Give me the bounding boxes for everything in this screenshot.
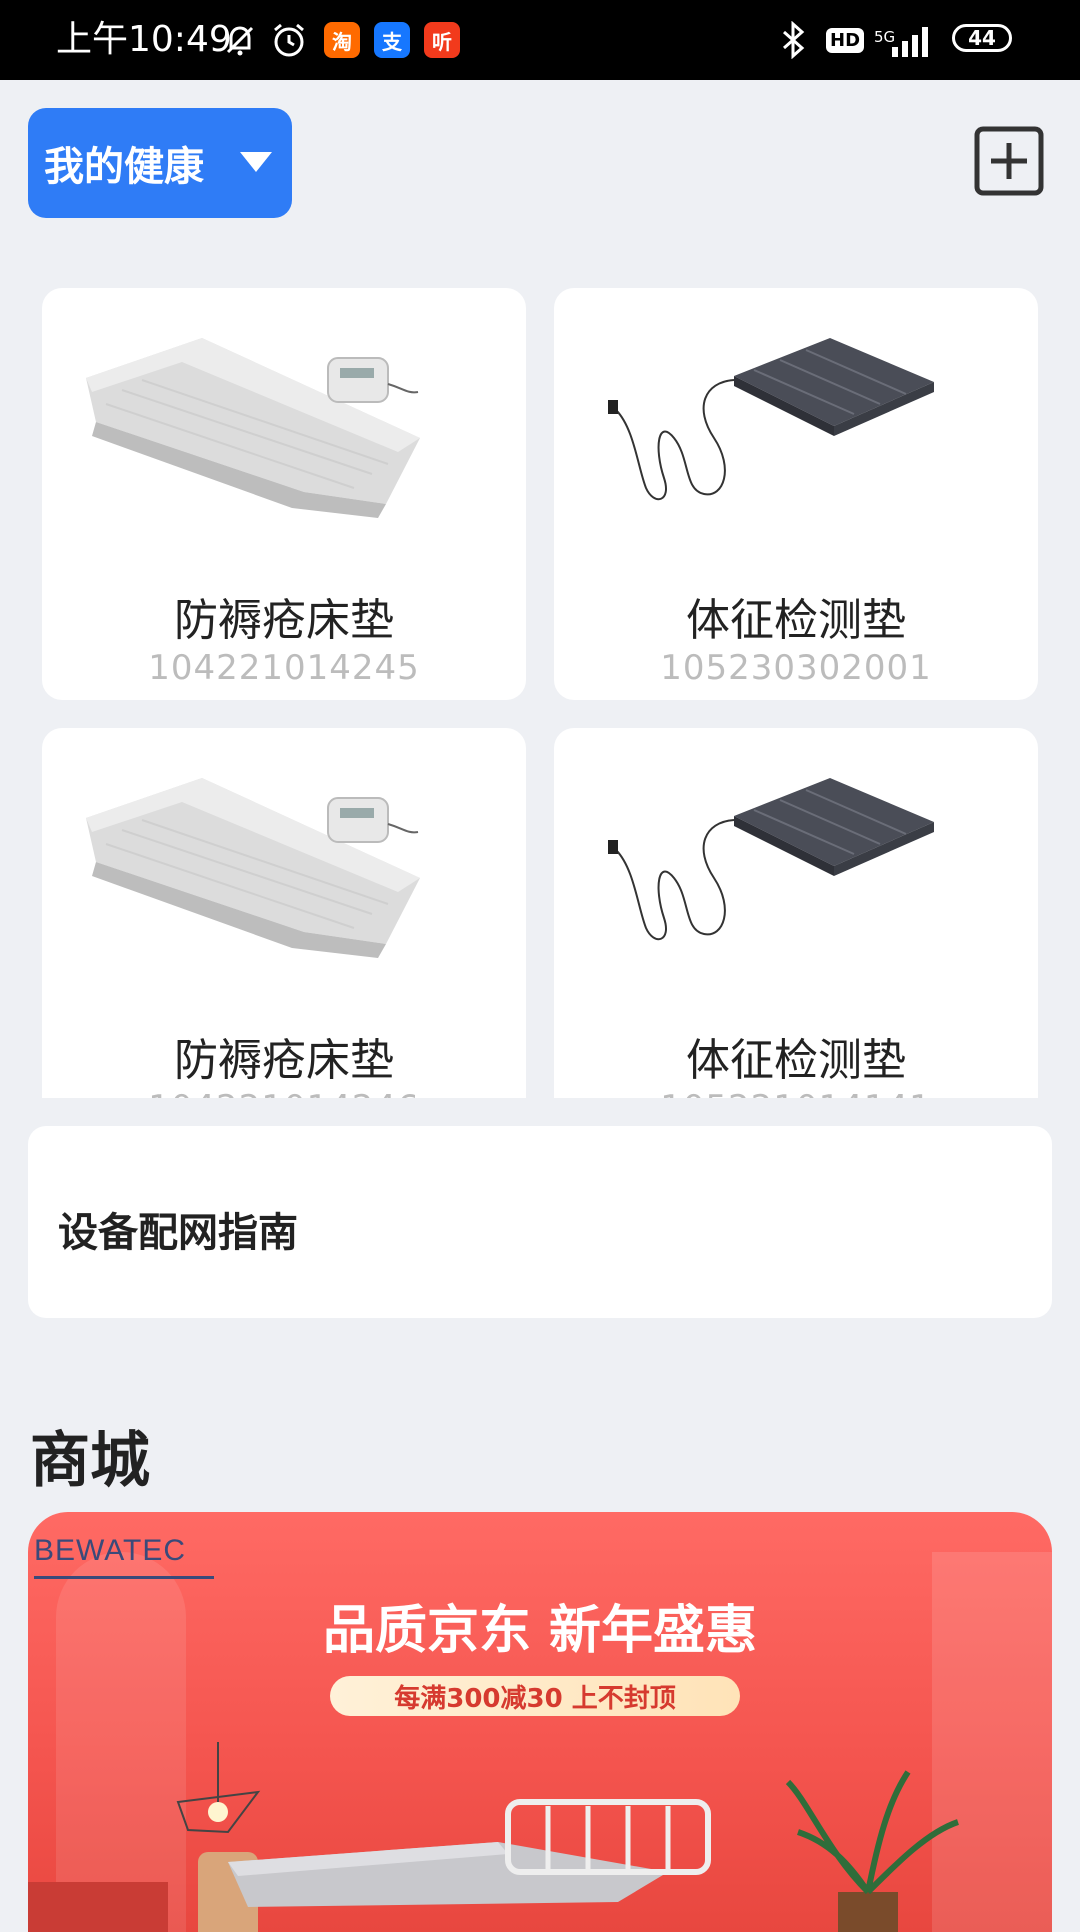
device-serial: 104221014246 [42,1088,526,1098]
sensor-pad-image [608,338,934,501]
banner-promo-pill: 每满300减30 上不封顶 [330,1676,740,1716]
status-bar: 上午10:49 淘 支 听 HD 5G 44 [0,0,1080,80]
device-serial: 105221014141 [554,1088,1038,1098]
banner-headline: 品质京东 新年盛惠 [322,1601,758,1661]
device-grid: 防褥疮床垫 104221014245 体征检测垫 105230302001 防褥… [0,270,1080,1098]
brand-logo: BEWATEC [34,1534,187,1567]
home-selector-label: 我的健康 [44,144,204,190]
battery-indicator: 44 [952,24,1012,52]
device-card[interactable]: 体征检测垫 105221014141 [554,728,1038,1098]
plus-square-icon [974,126,1044,196]
mall-section-title: 商城 [30,1426,150,1496]
air-mattress-image [86,778,420,958]
device-card[interactable]: 体征检测垫 105230302001 [554,288,1038,700]
caret-down-icon [240,152,272,172]
device-name: 防褥疮床垫 [174,1035,394,1086]
sensor-pad-image [608,778,934,941]
add-device-button[interactable] [974,126,1044,196]
alipay-app-icon: 支 [374,20,410,60]
listen-app-icon: 听 [424,20,460,60]
home-selector-button[interactable]: 我的健康 [28,108,292,218]
bluetooth-icon [776,20,810,60]
network-guide-card[interactable]: 设备配网指南 [28,1126,1052,1318]
device-card[interactable]: 防褥疮床垫 104221014245 [42,288,526,700]
status-time: 上午10:49 [56,19,232,60]
hospital-bed-illustration [28,1742,960,1932]
device-name: 体征检测垫 [686,595,906,646]
taobao-app-icon: 淘 [324,20,360,60]
alarm-icon [270,20,308,60]
device-serial: 104221014245 [148,648,420,688]
mute-bell-icon [222,20,258,60]
network-type: 5G [874,28,896,46]
device-card[interactable]: 防褥疮床垫 104221014246 [42,728,526,1098]
mall-promo-banner[interactable]: BEWATEC 品质京东 新年盛惠 每满300减30 上不封顶 [28,1512,1052,1932]
brand-logo-underline [34,1576,214,1579]
air-mattress-image [86,338,420,518]
device-name: 体征检测垫 [686,1035,906,1086]
device-name: 防褥疮床垫 [174,595,394,646]
hd-icon: HD [826,20,865,60]
network-guide-label: 设备配网指南 [58,1210,298,1256]
device-serial: 105230302001 [660,648,932,688]
